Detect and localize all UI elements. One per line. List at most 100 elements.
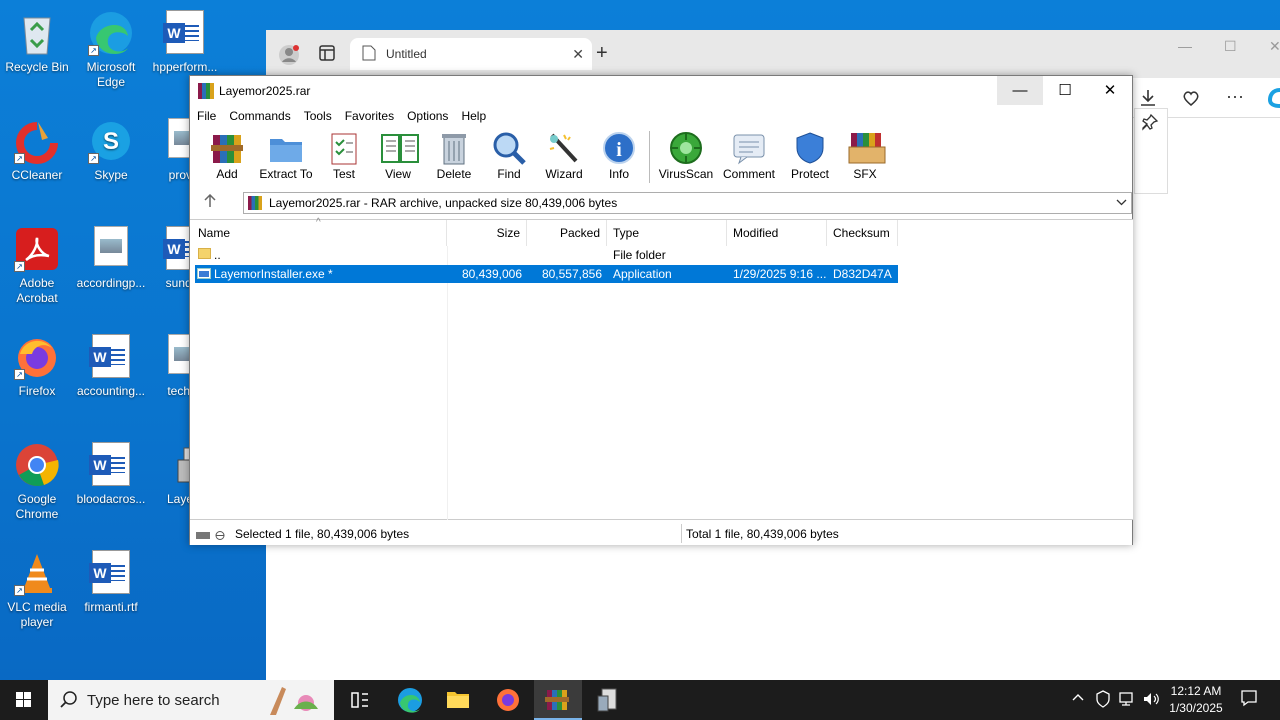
desktop-icon-adobe-acrobat[interactable]: ↗ Adobe Acrobat <box>0 222 74 306</box>
word-doc-icon: W <box>162 10 208 56</box>
svg-text:i: i <box>616 139 622 161</box>
taskbar-clock[interactable]: 12:12 AM 1/30/2025 <box>1164 683 1228 717</box>
desktop-icon-firefox[interactable]: ↗ Firefox <box>0 330 74 399</box>
column-header-type[interactable]: Type <box>607 220 727 246</box>
extract-to-button[interactable]: Extract To <box>259 131 313 181</box>
find-button[interactable]: Find <box>490 131 528 181</box>
view-button[interactable]: View <box>376 131 420 181</box>
sfx-icon <box>847 131 886 165</box>
winrar-toolbar: Add Extract To Test View Delete Find Wiz… <box>190 127 1132 187</box>
start-button[interactable] <box>0 680 48 720</box>
close-tab-icon[interactable]: ✕ <box>572 46 584 63</box>
ccleaner-icon: ↗ <box>14 118 60 164</box>
pin-icon[interactable] <box>1141 113 1159 136</box>
menu-tools[interactable]: Tools <box>297 105 338 123</box>
winrar-titlebar[interactable]: Layemor2025.rar — ☐ ✕ <box>190 76 1132 105</box>
desktop-icon-google-chrome[interactable]: Google Chrome <box>0 438 74 522</box>
profile-icon[interactable] <box>278 44 300 71</box>
column-header-modified[interactable]: Modified <box>727 220 827 246</box>
folder-icon <box>198 248 211 259</box>
browser-tab-title: Untitled <box>386 47 427 61</box>
taskbar-installer[interactable] <box>584 680 632 720</box>
tab-actions-icon[interactable] <box>318 44 336 67</box>
sfx-button[interactable]: SFX <box>844 131 886 181</box>
tool-label: View <box>385 167 411 181</box>
up-arrow-icon[interactable] <box>204 193 216 211</box>
application-icon <box>197 268 211 279</box>
wizard-button[interactable]: Wizard <box>542 131 586 181</box>
menu-favorites[interactable]: Favorites <box>338 105 400 123</box>
taskbar-firefox[interactable] <box>484 680 532 720</box>
delete-icon <box>436 131 472 165</box>
desktop-icon-accordingp[interactable]: accordingp... <box>74 222 148 291</box>
tool-label: Test <box>332 167 355 181</box>
address-bar: Layemor2025.rar - RAR archive, unpacked … <box>190 190 1132 216</box>
menu-file[interactable]: File <box>190 105 222 123</box>
desktop-icon-vlc[interactable]: ↗ VLC media player <box>0 546 74 630</box>
status-bar: Selected 1 file, 80,439,006 bytes Total … <box>190 522 1132 545</box>
comment-icon <box>731 131 767 165</box>
browser-essentials-icon[interactable] <box>1182 89 1200 112</box>
browser-close-icon[interactable]: ✕ <box>1269 38 1280 55</box>
test-button[interactable]: Test <box>326 131 362 181</box>
add-button[interactable]: Add <box>206 131 248 181</box>
taskbar-search-box[interactable]: Type here to search <box>48 680 334 720</box>
desktop-icon-recycle-bin[interactable]: Recycle Bin <box>0 6 74 75</box>
menu-commands[interactable]: Commands <box>222 105 296 123</box>
cell-checksum: D832D47A <box>833 267 892 281</box>
browser-tab-untitled[interactable]: Untitled ✕ <box>350 38 592 70</box>
status-divider <box>681 524 682 543</box>
browser-maximize-icon[interactable]: ☐ <box>1224 38 1237 55</box>
desktop-icon-hpperform[interactable]: W hpperform... <box>148 6 222 75</box>
desktop-icon-edge[interactable]: ↗ Microsoft Edge <box>74 6 148 90</box>
desktop-icon-bloodacros[interactable]: W bloodacros... <box>74 438 148 507</box>
tool-label: Comment <box>722 167 775 181</box>
desktop-icon-skype[interactable]: S ↗ Skype <box>74 114 148 183</box>
close-button[interactable]: ✕ <box>1087 76 1133 105</box>
installer-icon <box>597 688 617 712</box>
chevron-down-icon[interactable] <box>1116 195 1127 212</box>
virusscan-button[interactable]: VirusScan <box>658 131 714 181</box>
show-hidden-icons-icon[interactable] <box>1072 690 1084 709</box>
taskbar-winrar[interactable] <box>534 680 582 720</box>
cell-type: Application <box>613 267 672 281</box>
desktop-icon-accounting[interactable]: W accounting... <box>74 330 148 399</box>
column-header-checksum[interactable]: Checksum <box>827 220 898 246</box>
info-button[interactable]: i Info <box>600 131 638 181</box>
protect-button[interactable]: Protect <box>788 131 832 181</box>
cell-size: 80,439,006 <box>461 267 522 281</box>
tool-label: Delete <box>436 167 472 181</box>
word-doc-icon: W <box>88 334 134 380</box>
volume-icon[interactable] <box>1142 690 1160 711</box>
desktop-icon-label: bloodacros... <box>76 492 146 506</box>
table-row-selected[interactable]: LayemorInstaller.exe * 80,439,006 80,557… <box>195 265 898 283</box>
maximize-button[interactable]: ☐ <box>1042 76 1088 105</box>
network-icon[interactable] <box>1118 690 1136 711</box>
new-tab-icon[interactable]: + <box>596 42 608 65</box>
table-row-parent-folder[interactable]: .. File folder <box>195 246 898 264</box>
comment-button[interactable]: Comment <box>722 131 776 181</box>
delete-button[interactable]: Delete <box>434 131 474 181</box>
desktop-icon-ccleaner[interactable]: ↗ CCleaner <box>0 114 74 183</box>
column-header-packed[interactable]: Packed <box>527 220 607 246</box>
find-icon <box>491 131 527 165</box>
column-header-size[interactable]: Size <box>447 220 527 246</box>
window-title: Layemor2025.rar <box>219 84 311 98</box>
minimize-button[interactable]: — <box>997 76 1043 105</box>
menu-help[interactable]: Help <box>454 105 492 123</box>
browser-minimize-icon[interactable]: — <box>1178 38 1192 54</box>
vlc-icon: ↗ <box>14 550 60 596</box>
archive-path-combobox[interactable]: Layemor2025.rar - RAR archive, unpacked … <box>243 192 1132 214</box>
security-icon[interactable] <box>1096 690 1110 711</box>
taskbar-task-view[interactable] <box>336 680 384 720</box>
browser-tab-bar: Untitled ✕ + — ☐ ✕ <box>266 30 1280 78</box>
more-options-icon[interactable]: ··· <box>1226 86 1244 107</box>
copilot-icon[interactable] <box>1267 88 1280 113</box>
taskbar-edge[interactable] <box>386 680 434 720</box>
status-total-text: Total 1 file, 80,439,006 bytes <box>686 527 839 541</box>
desktop-icon-firmanti[interactable]: W firmanti.rtf <box>74 546 148 615</box>
taskbar-file-explorer[interactable] <box>434 680 482 720</box>
notifications-icon[interactable] <box>1240 689 1258 710</box>
menu-options[interactable]: Options <box>400 105 454 123</box>
watermark-text: ANY RUN <box>1038 611 1261 663</box>
